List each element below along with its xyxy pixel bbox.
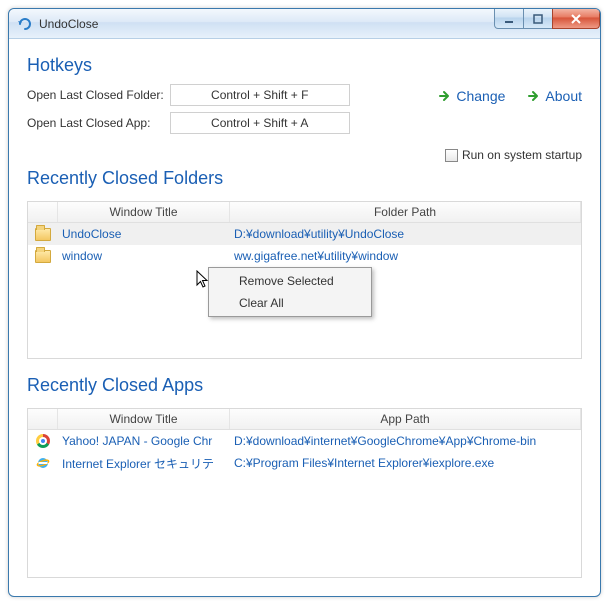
folder-row-path: D:¥download¥utility¥UndoClose [230,227,581,241]
apps-header-path[interactable]: App Path [230,409,581,429]
folder-row-title: window [58,249,230,263]
app-row-title: Yahoo! JAPAN - Google Chr [58,434,230,448]
window-controls [495,9,600,29]
context-menu: Remove Selected Clear All [208,267,372,317]
app-row[interactable]: Internet Explorer セキュリテ C:¥Program Files… [28,452,581,474]
change-link[interactable]: Change [438,88,505,104]
folder-row[interactable]: UndoClose D:¥download¥utility¥UndoClose [28,223,581,245]
app-row-path: C:¥Program Files¥Internet Explorer¥iexpl… [230,456,581,470]
folder-row[interactable]: window ww.gigafree.net¥utility¥window [28,245,581,267]
startup-checkbox[interactable] [445,149,458,162]
app-row-path: D:¥download¥internet¥GoogleChrome¥App¥Ch… [230,434,581,448]
startup-row: Run on system startup [27,148,582,162]
folder-row-title: UndoClose [58,227,230,241]
window-title: UndoClose [39,17,98,31]
arrow-right-icon [527,89,541,103]
maximize-button[interactable] [523,9,553,29]
folders-heading: Recently Closed Folders [27,168,582,189]
folder-row-path: ww.gigafree.net¥utility¥window [230,249,581,263]
apps-header-icon[interactable] [28,409,58,429]
menu-remove-selected[interactable]: Remove Selected [211,270,369,292]
apps-heading: Recently Closed Apps [27,375,582,396]
client-area: Hotkeys Open Last Closed Folder: Control… [9,39,600,596]
folders-header-title[interactable]: Window Title [58,202,230,222]
change-link-label: Change [456,88,505,104]
chrome-icon [28,434,58,448]
menu-clear-all[interactable]: Clear All [211,292,369,314]
folders-header-icon[interactable] [28,202,58,222]
apps-header: Window Title App Path [28,409,581,430]
folder-icon [28,250,58,263]
folder-icon [28,228,58,241]
app-window: UndoClose Hotkeys Open Last Closed Folde… [8,8,601,597]
hotkey-folder-value[interactable]: Control + Shift + F [170,84,350,106]
hotkeys-panel: Open Last Closed Folder: Control + Shift… [27,84,582,134]
folders-header-path[interactable]: Folder Path [230,202,581,222]
hotkey-app-value[interactable]: Control + Shift + A [170,112,350,134]
hotkey-folder-label: Open Last Closed Folder: [27,88,164,102]
folders-header: Window Title Folder Path [28,202,581,223]
app-row[interactable]: Yahoo! JAPAN - Google Chr D:¥download¥in… [28,430,581,452]
title-bar: UndoClose [9,9,600,39]
app-row-title: Internet Explorer セキュリテ [58,455,230,472]
startup-label: Run on system startup [462,148,582,162]
apps-list: Window Title App Path Yahoo! JAPAN - Goo… [27,408,582,578]
hotkeys-heading: Hotkeys [27,55,582,76]
hotkey-app-label: Open Last Closed App: [27,116,164,130]
apps-header-title[interactable]: Window Title [58,409,230,429]
app-icon [17,16,33,32]
arrow-right-icon [438,89,452,103]
ie-icon [28,456,58,470]
about-link[interactable]: About [527,88,582,104]
close-button[interactable] [552,9,600,29]
about-link-label: About [545,88,582,104]
minimize-button[interactable] [494,9,524,29]
